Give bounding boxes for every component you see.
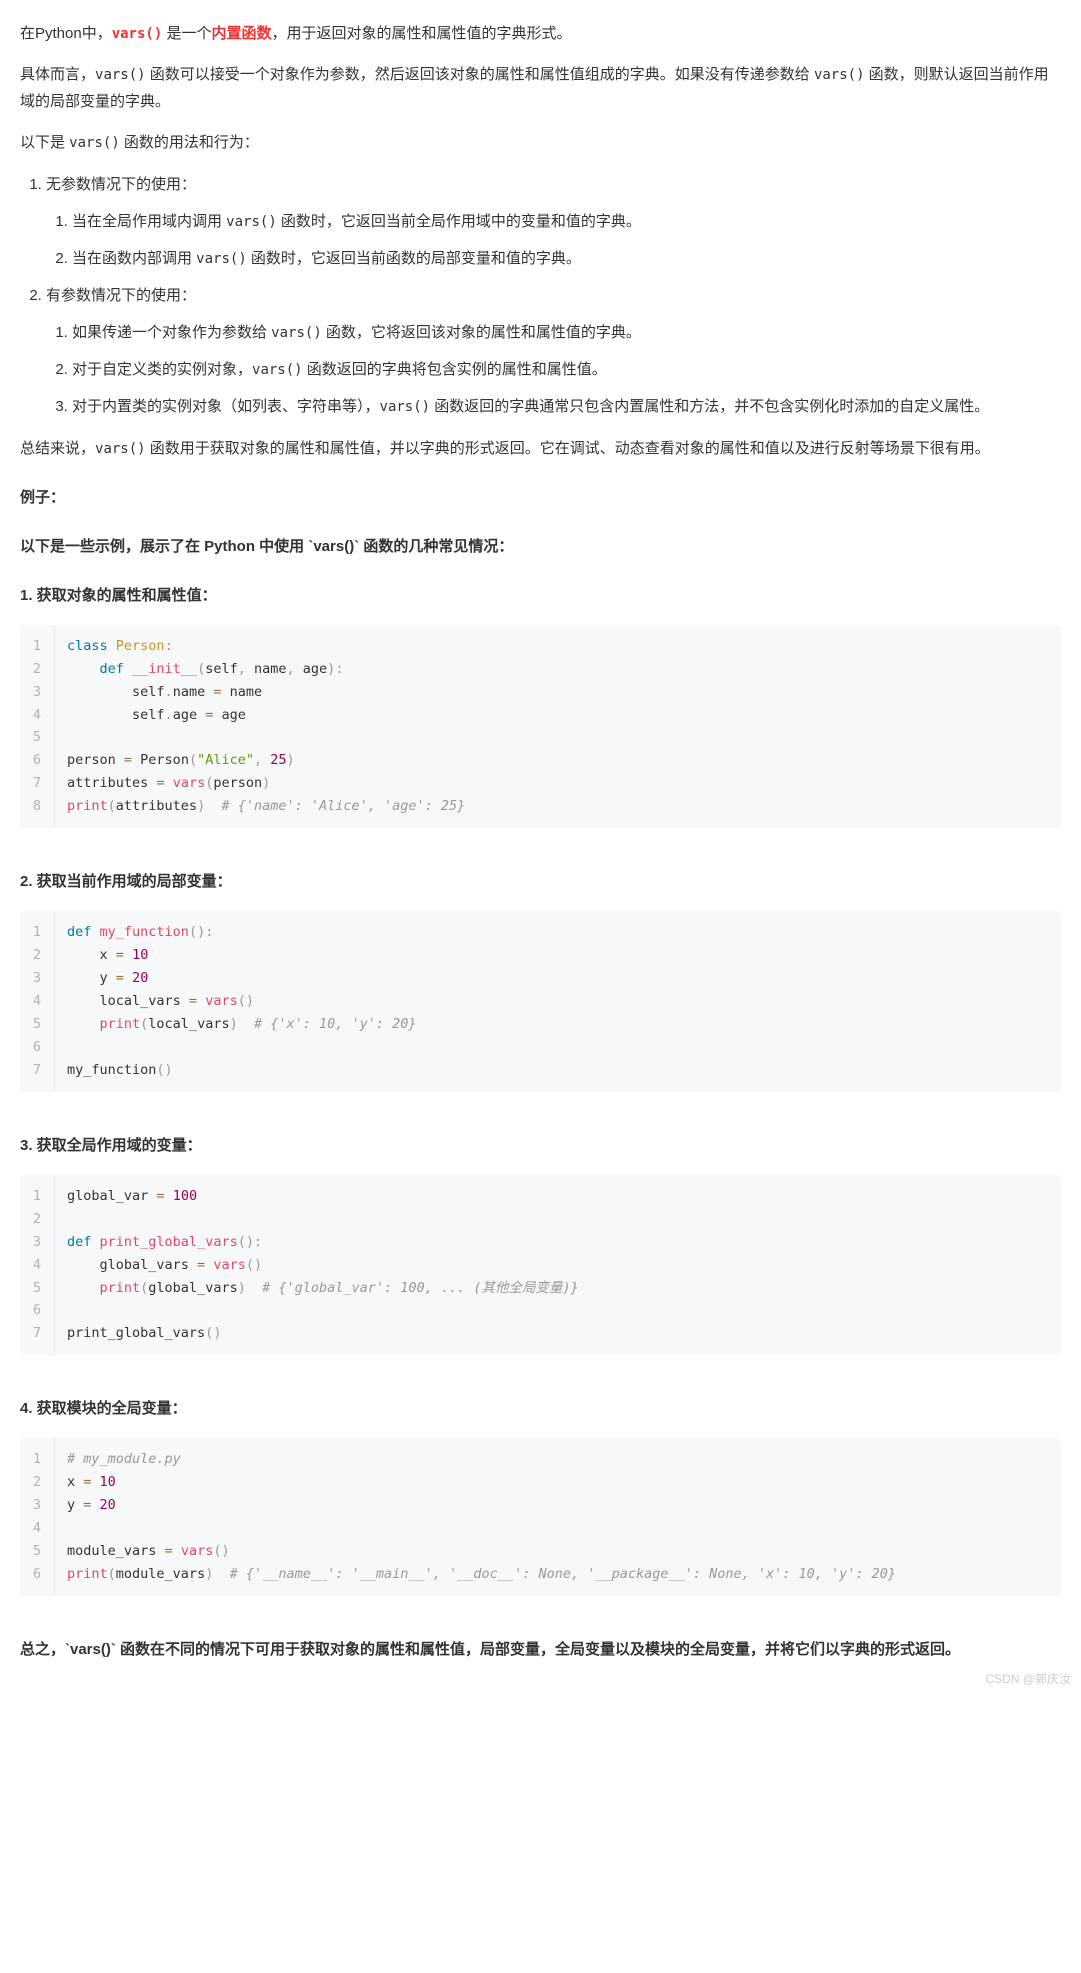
- ex1-title: 1. 获取对象的属性和属性值：: [20, 582, 1061, 609]
- conclusion: 总之，`vars()` 函数在不同的情况下可用于获取对象的属性和属性值，局部变量…: [20, 1636, 1061, 1663]
- code-block-4: 123456 # my_module.py x = 10 y = 20 modu…: [20, 1438, 1061, 1596]
- ex2-title: 2. 获取当前作用域的局部变量：: [20, 868, 1061, 895]
- intro-p1: 在Python中，vars() 是一个内置函数，用于返回对象的属性和属性值的字典…: [20, 20, 1061, 47]
- code-vars: vars(): [112, 26, 163, 42]
- code-content[interactable]: # my_module.py x = 10 y = 20 module_vars…: [55, 1438, 1061, 1596]
- line-gutter: 12345678: [20, 625, 55, 829]
- hilite-builtin: 内置函数: [211, 25, 271, 42]
- examples-intro: 以下是一些示例，展示了在 Python 中使用 `vars()` 函数的几种常见…: [20, 533, 1061, 560]
- code-block-2: 1234567 def my_function(): x = 10 y = 20…: [20, 911, 1061, 1092]
- list-item: 当在函数内部调用 vars() 函数时，它返回当前函数的局部变量和值的字典。: [72, 245, 1061, 272]
- intro-p3: 以下是 vars() 函数的用法和行为：: [20, 129, 1061, 156]
- list-item: 对于自定义类的实例对象，vars() 函数返回的字典将包含实例的属性和属性值。: [72, 356, 1061, 383]
- code-content[interactable]: global_var = 100 def print_global_vars()…: [55, 1175, 1061, 1356]
- watermark: CSDN @郭庆汝: [985, 1669, 1071, 1691]
- summary-1: 总结来说，vars() 函数用于获取对象的属性和属性值，并以字典的形式返回。它在…: [20, 435, 1061, 462]
- list-item: 无参数情况下的使用： 当在全局作用域内调用 vars() 函数时，它返回当前全局…: [46, 171, 1061, 272]
- examples-head: 例子：: [20, 484, 1061, 511]
- code-block-3: 1234567 global_var = 100 def print_globa…: [20, 1175, 1061, 1356]
- usage-list: 无参数情况下的使用： 当在全局作用域内调用 vars() 函数时，它返回当前全局…: [20, 171, 1061, 421]
- list-item: 当在全局作用域内调用 vars() 函数时，它返回当前全局作用域中的变量和值的字…: [72, 208, 1061, 235]
- ex4-title: 4. 获取模块的全局变量：: [20, 1395, 1061, 1422]
- line-gutter: 123456: [20, 1438, 55, 1596]
- list-item: 如果传递一个对象作为参数给 vars() 函数，它将返回该对象的属性和属性值的字…: [72, 319, 1061, 346]
- code-content[interactable]: def my_function(): x = 10 y = 20 local_v…: [55, 911, 1061, 1092]
- ex3-title: 3. 获取全局作用域的变量：: [20, 1132, 1061, 1159]
- code-block-1: 12345678 class Person: def __init__(self…: [20, 625, 1061, 829]
- line-gutter: 1234567: [20, 1175, 55, 1356]
- code-content[interactable]: class Person: def __init__(self, name, a…: [55, 625, 1061, 829]
- line-gutter: 1234567: [20, 911, 55, 1092]
- list-item: 有参数情况下的使用： 如果传递一个对象作为参数给 vars() 函数，它将返回该…: [46, 282, 1061, 421]
- intro-p2: 具体而言，vars() 函数可以接受一个对象作为参数，然后返回该对象的属性和属性…: [20, 61, 1061, 115]
- list-item: 对于内置类的实例对象（如列表、字符串等），vars() 函数返回的字典通常只包含…: [72, 393, 1061, 420]
